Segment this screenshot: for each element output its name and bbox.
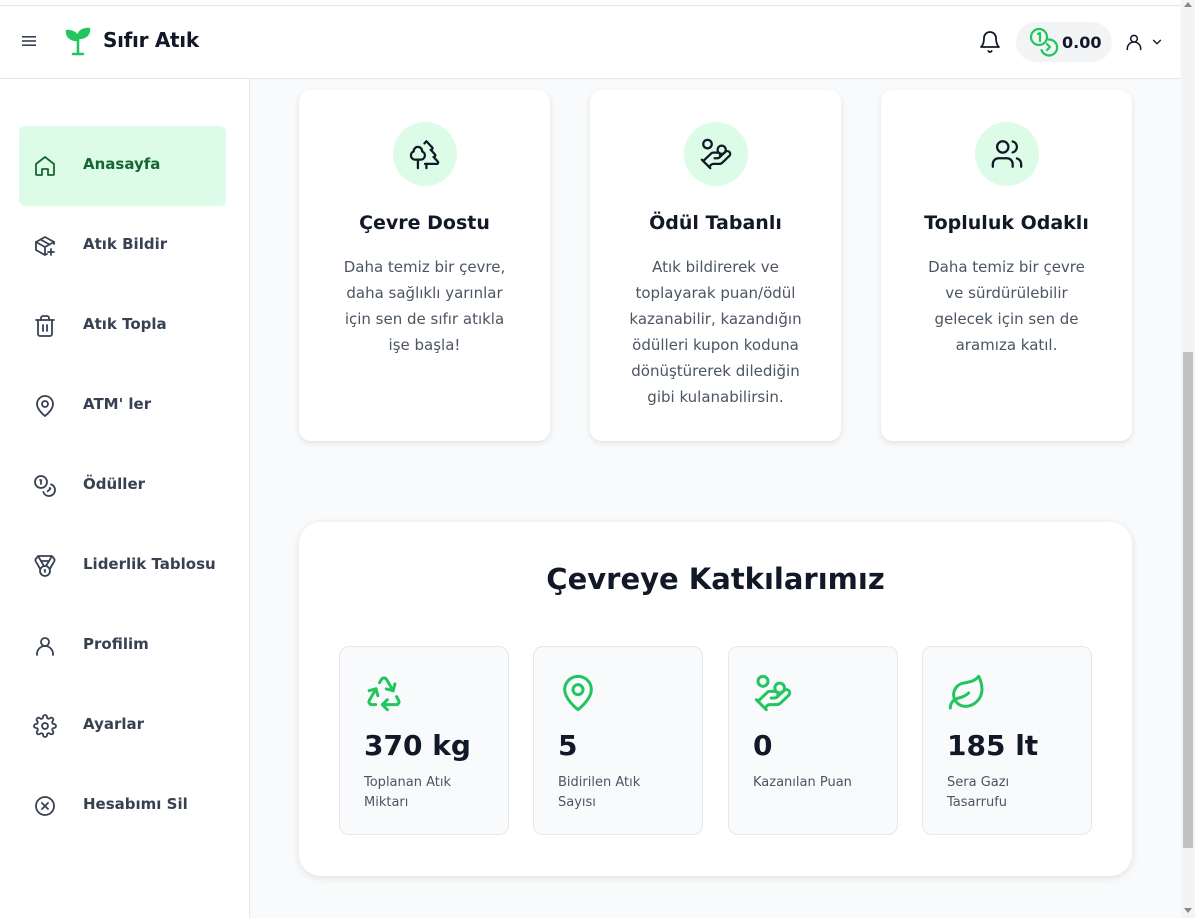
balance-value: 0.00 <box>1062 32 1102 52</box>
sidebar-item-label: Liderlik Tablosu <box>83 555 216 573</box>
sidebar-item-label: ATM' ler <box>83 395 152 413</box>
sidebar-item-oduller[interactable]: Ödüller <box>19 446 226 526</box>
sidebar-item-hesabimi-sil[interactable]: Hesabımı Sil <box>19 766 226 846</box>
recycle-icon <box>367 676 401 712</box>
coins-icon <box>1029 27 1059 57</box>
sidebar-item-profilim[interactable]: Profilim <box>19 606 226 686</box>
sidebar-item-label: Atık Topla <box>83 315 167 333</box>
user-icon <box>1126 34 1142 51</box>
feature-description: Daha temiz bir çevre ve sürdürülebilir g… <box>928 258 1085 354</box>
stat-value: 370 kg <box>364 729 471 762</box>
sidebar-item-liderlik-tablosu[interactable]: Liderlik Tablosu <box>19 526 226 606</box>
feature-title: Ödül Tabanlı <box>649 212 782 234</box>
sidebar-item-label: Hesabımı Sil <box>83 795 188 813</box>
brand-name[interactable]: Sıfır Atık <box>103 28 199 52</box>
sidebar-item-label: Profilim <box>83 635 149 653</box>
feature-icon-circle <box>975 122 1039 186</box>
stat-card-kazanilan-puan: 0 Kazanılan Puan <box>728 646 898 835</box>
sidebar-item-ayarlar[interactable]: Ayarlar <box>19 686 226 766</box>
scroll-up-arrow-icon[interactable] <box>1184 2 1192 7</box>
sprout-logo-icon <box>65 27 91 56</box>
box-plus-icon <box>35 236 55 256</box>
user-menu-button[interactable] <box>1124 28 1170 56</box>
sidebar-item-atik-bildir[interactable]: Atık Bildir <box>19 206 226 286</box>
sidebar-item-anasayfa[interactable]: Anasayfa <box>19 126 226 206</box>
home-icon <box>35 156 55 176</box>
stat-label: Toplanan Atık Miktarı <box>364 775 451 810</box>
medal-icon <box>34 555 56 577</box>
hamburger-icon <box>22 36 36 46</box>
map-pin-icon <box>36 395 54 417</box>
feature-card-odul-tabanli: Ödül Tabanlı Atık bildirerek ve toplayar… <box>590 90 841 441</box>
hand-coins-icon <box>700 138 732 170</box>
feature-icon-circle <box>684 122 748 186</box>
scrollbar-thumb[interactable] <box>1183 352 1193 848</box>
stats-title: Çevreye Katkılarımız <box>546 562 885 596</box>
user-icon <box>36 637 54 656</box>
sidebar-item-atik-topla[interactable]: Atık Topla <box>19 286 226 366</box>
coins-icon <box>34 475 56 497</box>
stat-label: Sera Gazı Tasarrufu <box>947 775 1010 810</box>
chevron-down-icon <box>1152 39 1162 45</box>
trees-icon <box>409 140 440 170</box>
sidebar-item-label: Ödüller <box>83 475 146 493</box>
sidebar-item-atmler[interactable]: ATM' ler <box>19 366 226 446</box>
sidebar-item-label: Atık Bildir <box>83 235 168 253</box>
gear-icon <box>33 714 57 738</box>
sidebar-item-label: Anasayfa <box>83 155 161 173</box>
feature-card-topluluk-odakli: Topluluk Odaklı Daha temiz bir çevre ve … <box>881 90 1132 441</box>
feature-title: Topluluk Odaklı <box>924 212 1089 234</box>
menu-toggle-button[interactable] <box>18 30 40 52</box>
feature-card-cevre-dostu: Çevre Dostu Daha temiz bir çevre, daha s… <box>299 90 550 441</box>
stat-label: Bidirilen Atık Sayısı <box>558 775 641 810</box>
feature-description: Atık bildirerek ve toplayarak puan/ödül … <box>629 258 802 406</box>
stat-value: 5 <box>558 729 578 762</box>
circle-x-icon <box>35 796 55 816</box>
hand-coins-icon <box>754 674 792 712</box>
feature-title: Çevre Dostu <box>359 212 490 234</box>
stat-label: Kazanılan Puan <box>753 775 852 790</box>
top-header: Sıfır Atık 0.00 <box>0 6 1180 79</box>
stat-value: 185 lt <box>947 729 1039 762</box>
stat-card-toplanan-atik: 370 kg Toplanan Atık Miktarı <box>339 646 509 835</box>
map-pin-icon <box>563 674 593 712</box>
scroll-down-arrow-icon[interactable] <box>1184 908 1192 913</box>
feature-icon-circle <box>393 122 457 186</box>
sidebar-item-label: Ayarlar <box>83 715 145 733</box>
trash-icon <box>35 315 55 337</box>
users-icon <box>991 140 1023 168</box>
stat-card-sera-gazi: 185 lt Sera Gazı Tasarrufu <box>922 646 1092 835</box>
bell-icon[interactable] <box>978 30 1002 54</box>
leaf-icon <box>948 674 984 710</box>
stat-card-bidirilen-atik: 5 Bidirilen Atık Sayısı <box>533 646 703 835</box>
feature-description: Daha temiz bir çevre, daha sağlıklı yarı… <box>343 258 506 354</box>
balance-badge[interactable]: 0.00 <box>1016 22 1112 62</box>
stats-panel: Çevreye Katkılarımız 370 kg Toplanan Atı… <box>299 522 1132 876</box>
sidebar: Anasayfa Atık Bildir Atık Topla ATM' ler… <box>0 79 250 918</box>
stat-value: 0 <box>753 729 773 762</box>
